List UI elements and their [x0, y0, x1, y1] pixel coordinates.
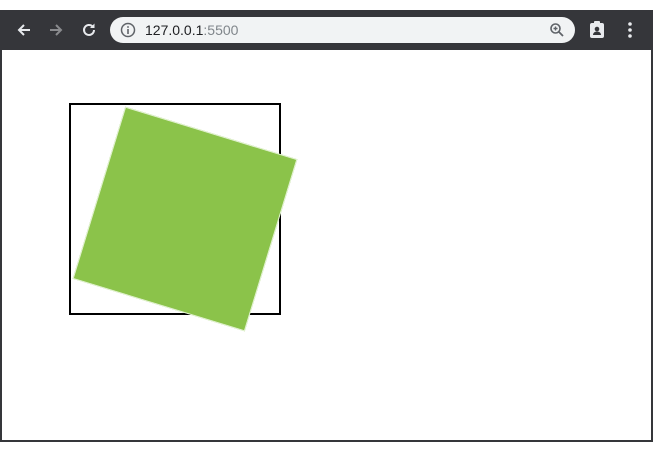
- url-text[interactable]: 127.0.0.1:5500: [145, 22, 238, 38]
- kebab-menu-icon: [628, 22, 632, 38]
- profile-icon: [590, 21, 604, 38]
- arrow-right-icon: [50, 24, 63, 36]
- page-viewport: [2, 50, 651, 440]
- profile-button[interactable]: [586, 19, 608, 41]
- zoom-in-icon[interactable]: [549, 22, 565, 38]
- browser-toolbar: 127.0.0.1:5500: [2, 10, 651, 50]
- url-port: :5500: [203, 22, 239, 38]
- reload-button[interactable]: [77, 18, 101, 42]
- address-bar[interactable]: 127.0.0.1:5500: [110, 17, 575, 43]
- info-icon[interactable]: [120, 22, 136, 38]
- arrow-left-icon: [17, 24, 30, 36]
- forward-button[interactable]: [44, 18, 68, 42]
- url-host: 127.0.0.1: [145, 22, 204, 38]
- browser-window: 127.0.0.1:5500: [0, 10, 653, 442]
- menu-button[interactable]: [619, 19, 641, 41]
- back-button[interactable]: [12, 18, 36, 42]
- reload-icon: [83, 23, 95, 36]
